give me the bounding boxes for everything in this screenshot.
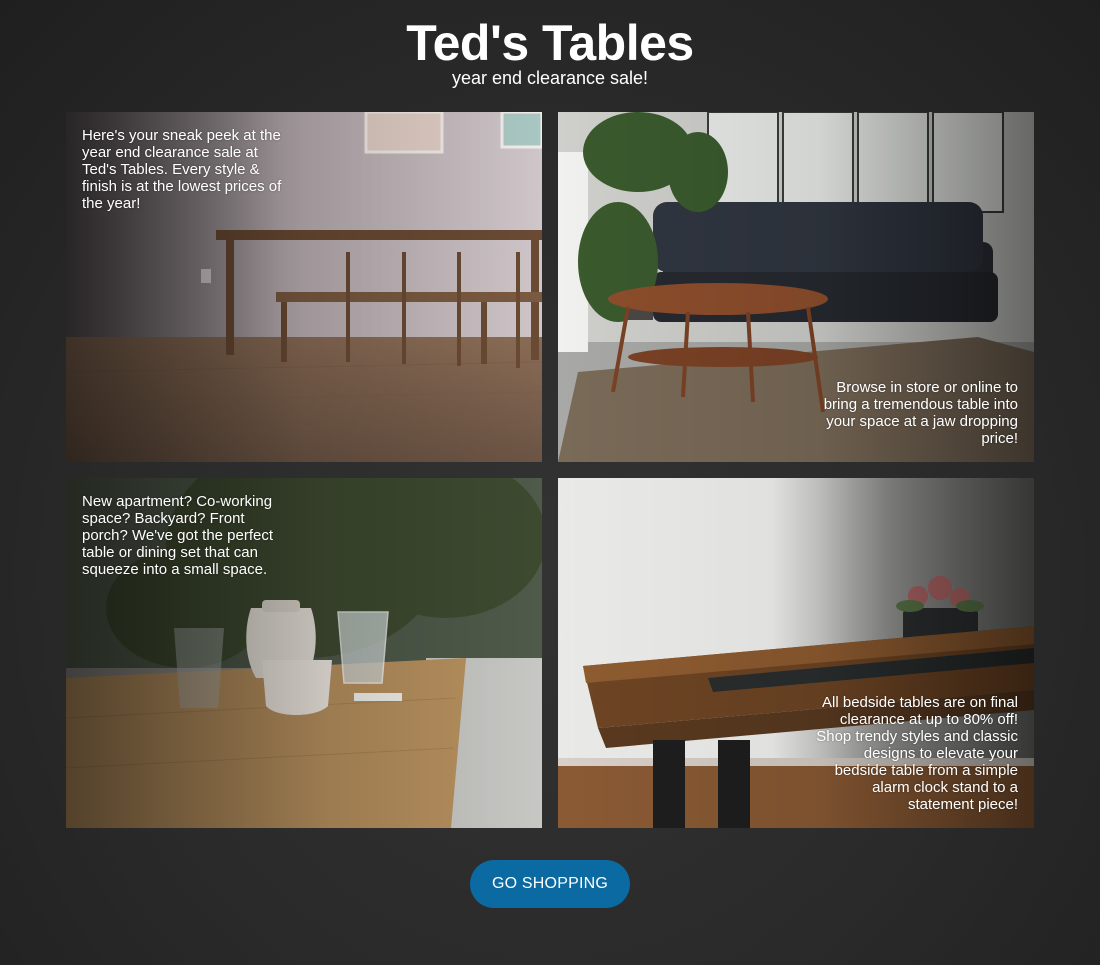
promo-grid: Here's your sneak peek at the year end c…: [66, 112, 1034, 828]
promo-tile-small-space: New apartment? Co-working space? Backyar…: [66, 478, 542, 828]
promo-tile-dining: Here's your sneak peek at the year end c…: [66, 112, 542, 462]
page-subtitle: year end clearance sale!: [451, 68, 649, 88]
tile-caption: Browse in store or online to bring a tre…: [823, 379, 1018, 447]
tile-caption: Here's your sneak peek at the year end c…: [82, 127, 282, 212]
go-shopping-button[interactable]: GO SHOPPING: [470, 860, 630, 908]
tile-caption: New apartment? Co-working space? Backyar…: [82, 493, 274, 578]
page-title: Ted's Tables: [406, 15, 694, 71]
promo-tile-bedside: All bedside tables are on final clearanc…: [558, 478, 1034, 828]
promo-tile-coffee-table: Browse in store or online to bring a tre…: [558, 112, 1034, 462]
page-header: Ted's Tables year end clearance sale!: [0, 14, 1100, 88]
tile-caption: All bedside tables are on final clearanc…: [816, 694, 1018, 813]
